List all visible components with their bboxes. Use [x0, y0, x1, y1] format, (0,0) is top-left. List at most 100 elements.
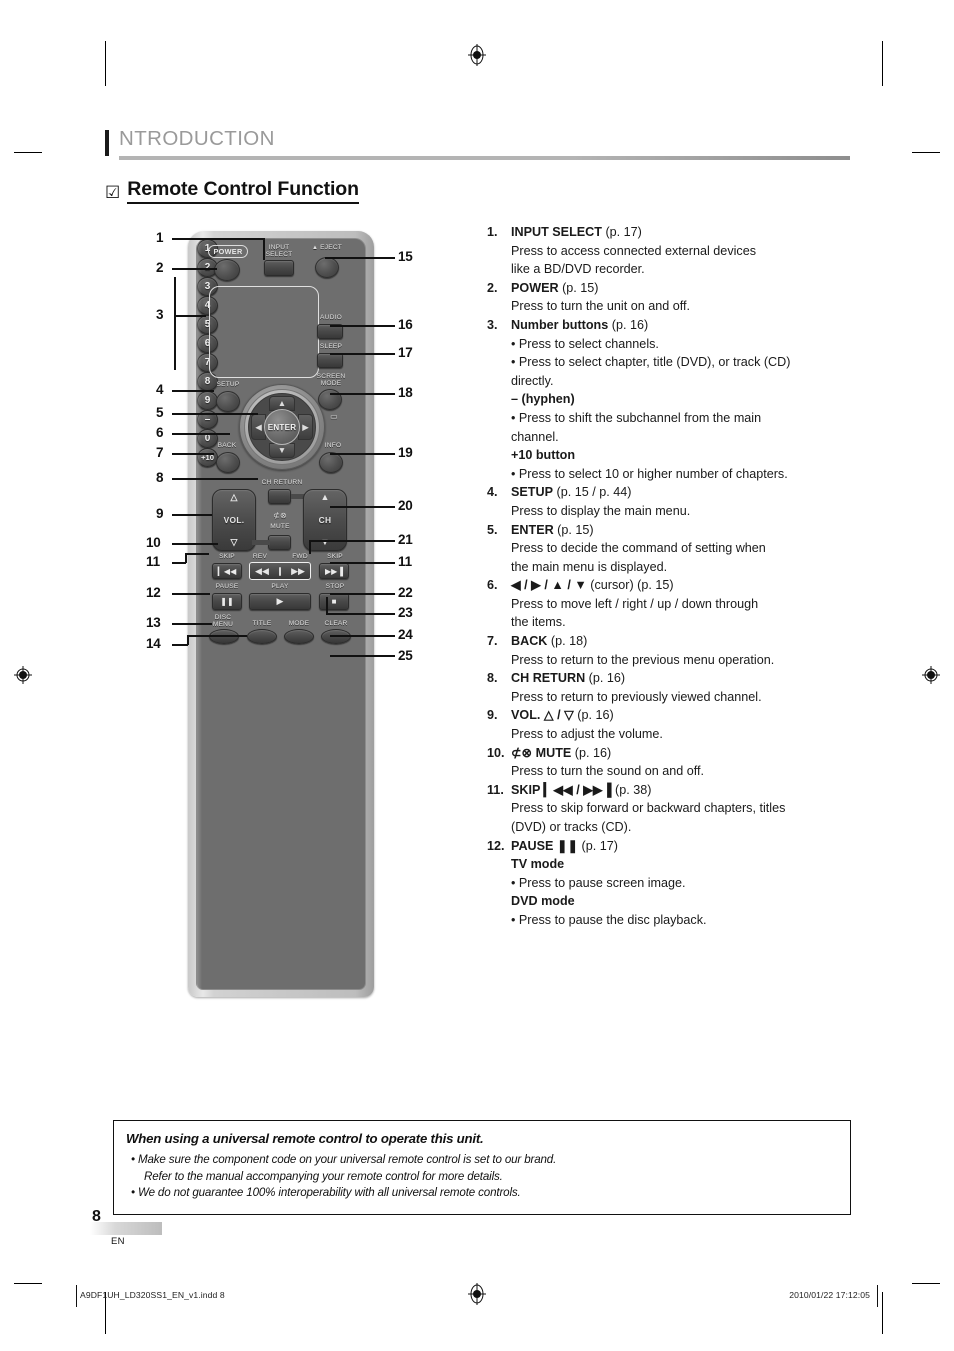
mute-speaker-icon: ⊄⊗	[273, 511, 287, 520]
fast-forward-icon[interactable]: ▶▶	[291, 566, 305, 577]
play-label: PLAY	[271, 583, 289, 590]
remote-control-diagram: POWER INPUT SELECT ▲ EJECT 1 2 3 4 5 6 7…	[140, 225, 440, 1005]
checkbox-icon: ☑	[105, 182, 121, 202]
stop-icon: ■	[331, 597, 337, 606]
callout-21: 21	[398, 532, 413, 547]
cursor-down-button[interactable]: ▼	[269, 443, 295, 458]
function-name: ENTER (p. 15)	[511, 522, 594, 537]
clear-button[interactable]	[321, 629, 351, 644]
function-description-line: Press to return to the previous menu ope…	[511, 652, 775, 667]
function-item: 4. SETUP (p. 15 / p. 44) Press to display …	[487, 483, 857, 520]
note-title: When using a universal remote control to…	[126, 1131, 484, 1146]
function-name: BACK (p. 18)	[511, 634, 588, 649]
function-name: CH RETURN (p. 16)	[511, 671, 626, 686]
function-item: 12. PAUSE ❚❚ (p. 17) TV mode • Press to pau…	[487, 837, 857, 930]
leader-line-23	[326, 613, 395, 615]
volume-up-icon[interactable]: △	[231, 493, 238, 502]
mute-connector	[252, 540, 270, 545]
function-number: 4.	[487, 485, 498, 500]
keypad-key-9[interactable]: 9	[197, 391, 218, 410]
leader-line-11-left-top	[185, 553, 209, 555]
function-number: 8.	[487, 671, 498, 686]
volume-down-icon[interactable]: ▽	[231, 538, 238, 547]
stop-button[interactable]: ■	[319, 593, 349, 610]
function-description-line: TV mode	[511, 857, 565, 872]
function-item: 9. VOL. △ / ▽ (p. 16) Press to adjust the …	[487, 706, 857, 743]
print-footer-rule-left	[76, 1285, 77, 1307]
rewind-icon[interactable]: ◀◀	[255, 566, 269, 577]
sleep-button[interactable]	[317, 353, 343, 368]
function-name: SETUP (p. 15 / p. 44)	[511, 485, 632, 500]
skip-next-icon: ▶▶▐	[325, 566, 343, 576]
note-line: • Make sure the component code on your u…	[131, 1153, 557, 1166]
callout-18: 18	[398, 385, 413, 400]
registration-mark-right	[920, 664, 942, 686]
function-name: SKIP ▎◀◀ / ▶▶▐ (p. 38)	[511, 782, 652, 797]
disc-menu-label: DISC MENU	[212, 614, 234, 629]
function-name: ◀ / ▶ / ▲ / ▼ (cursor) (p. 15)	[511, 578, 674, 593]
leader-line-6	[172, 433, 230, 435]
title-button[interactable]	[247, 629, 277, 644]
leader-line-15	[325, 257, 395, 259]
crop-mark-bottom-right-horizontal	[912, 1283, 940, 1284]
disc-menu-button[interactable]	[209, 629, 239, 644]
channel-up-icon[interactable]: ▲	[321, 493, 330, 502]
function-number: 6.	[487, 578, 498, 593]
play-button[interactable]: ▶	[249, 593, 311, 610]
callout-22: 22	[398, 585, 413, 600]
function-list: 1. INPUT SELECT (p. 17) Press to access co…	[487, 223, 857, 930]
function-description-line: the main menu is displayed.	[511, 559, 668, 574]
leader-line-7	[172, 453, 214, 455]
function-description-line: Press to return to previously viewed cha…	[511, 689, 762, 704]
function-description-line: • Press to shift the subchannel from the…	[511, 410, 762, 425]
power-button[interactable]	[214, 259, 240, 281]
function-description-line: (DVD) or tracks (CD).	[511, 820, 632, 834]
leader-line-11-left	[172, 562, 186, 564]
stop-label: STOP	[325, 583, 345, 590]
back-label: BACK	[217, 442, 237, 449]
skip-next-button[interactable]: ▶▶▐	[319, 563, 349, 579]
rev-fwd-button-group[interactable]: ◀◀ ▶▶	[249, 562, 311, 580]
back-button[interactable]	[216, 452, 240, 473]
page-number: 8	[92, 1208, 101, 1225]
note-line: Refer to the manual accompanying your re…	[144, 1169, 503, 1183]
mode-button[interactable]	[284, 629, 314, 644]
eject-button[interactable]	[315, 257, 339, 278]
ch-return-button[interactable]	[268, 489, 291, 504]
universal-remote-note-box: When using a universal remote control to…	[113, 1120, 851, 1215]
section-title-row: ☑ Remote Control Function	[105, 178, 359, 204]
callout-15: 15	[398, 249, 413, 264]
volume-rocker[interactable]: △ VOL. ▽	[212, 489, 256, 551]
function-number: 2.	[487, 280, 498, 295]
leader-line-1-drop	[263, 238, 265, 260]
function-heading: 9. VOL. △ / ▽ (p. 16)	[487, 706, 857, 725]
pause-button[interactable]: ❚❚	[212, 593, 242, 610]
eject-label: ▲ EJECT	[311, 244, 343, 251]
info-button[interactable]	[319, 452, 343, 473]
cursor-right-button[interactable]: ▶	[298, 414, 313, 440]
setup-button[interactable]	[216, 391, 240, 412]
page-language-code: EN	[111, 1236, 125, 1247]
function-number: 7.	[487, 634, 498, 649]
leader-line-10	[172, 543, 218, 545]
enter-button[interactable]: ENTER	[264, 409, 300, 445]
mute-button[interactable]	[268, 535, 291, 550]
skip-previous-button[interactable]: ▎◀◀	[212, 563, 242, 579]
mute-label: MUTE	[270, 523, 290, 530]
skip-prev-label: SKIP	[219, 553, 235, 560]
function-description-line: +10 button	[511, 448, 576, 463]
function-number: 12.	[487, 838, 505, 853]
function-heading: 10. ⊄⊗ MUTE (p. 16)	[487, 744, 857, 763]
input-select-button[interactable]	[264, 260, 294, 276]
function-heading: 6. ◀ / ▶ / ▲ / ▼ (cursor) (p. 15)	[487, 576, 857, 595]
skip-next-label: SKIP	[327, 553, 343, 560]
clear-label: CLEAR	[324, 620, 348, 627]
registration-mark-top	[466, 44, 488, 66]
channel-label: CH	[318, 515, 332, 525]
keypad-key-plus10[interactable]: +10	[197, 448, 218, 467]
leader-line-21-riser	[309, 540, 311, 554]
leader-line-4	[172, 390, 214, 392]
callout-13: 13	[146, 615, 161, 630]
function-description-line: Press to move left / right / up / down t…	[511, 596, 759, 611]
note-lines: • Make sure the component code on your u…	[126, 1152, 838, 1202]
